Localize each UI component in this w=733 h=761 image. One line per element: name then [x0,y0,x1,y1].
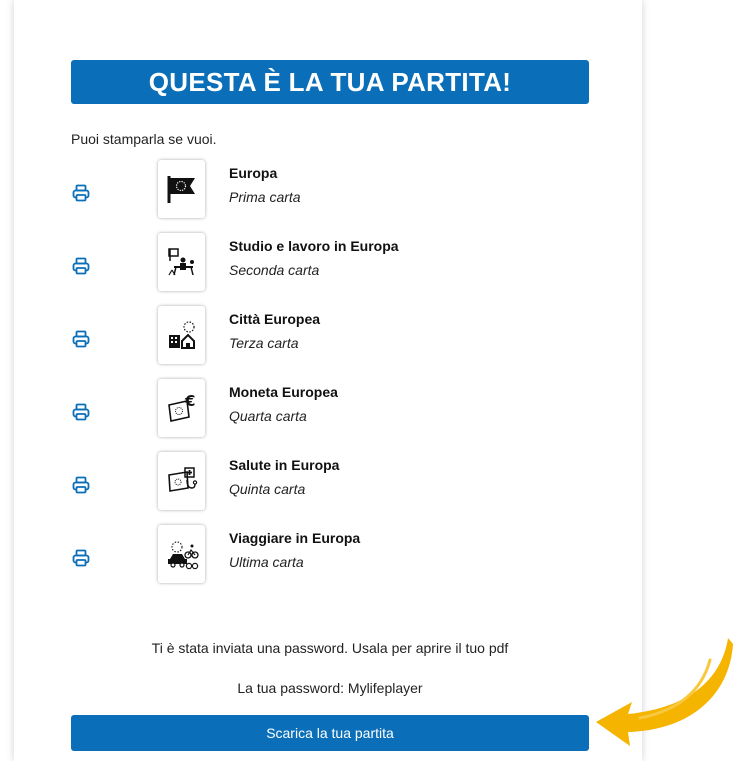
page-title: QUESTA È LA TUA PARTITA! [71,60,589,104]
card-title: Viaggiare in Europa [229,530,361,546]
card-subtitle: Quarta carta [229,408,307,424]
city-icon [168,321,195,349]
euro-flag-icon: € [167,392,195,422]
svg-text:€: € [184,392,195,410]
health-icon [167,467,197,492]
card-thumbnail[interactable] [158,233,205,291]
list-item: Città Europea Terza carta [0,306,600,366]
card-subtitle: Prima carta [229,189,301,205]
card-title: Città Europea [229,311,321,327]
card-title: Studio e lavoro in Europa [229,238,399,254]
card-thumbnail[interactable] [158,525,205,583]
intro-text: Puoi stamparla se vuoi. [71,131,217,147]
printer-icon[interactable] [72,330,90,348]
card-subtitle: Ultima carta [229,554,304,570]
card-subtitle: Terza carta [229,335,299,351]
list-item: Salute in Europa Quinta carta [0,452,600,512]
printer-icon[interactable] [72,549,90,567]
study-work-icon [167,248,194,276]
download-button[interactable]: Scarica la tua partita [71,715,589,751]
list-item: Viaggiare in Europa Ultima carta [0,525,600,585]
card-title: Europa [229,165,278,181]
printer-icon[interactable] [72,184,90,202]
card-subtitle: Seconda carta [229,262,320,278]
list-item: Studio e lavoro in Europa Seconda carta [0,233,600,293]
list-item: € Moneta Europea Quarta carta [0,379,600,439]
card-thumbnail[interactable] [158,452,205,510]
travel-icon [167,541,199,570]
card-thumbnail[interactable]: € [158,379,205,437]
eu-flag-icon [167,176,195,203]
printer-icon[interactable] [72,476,90,494]
card-thumbnail[interactable] [158,306,205,364]
card-title: Moneta Europea [229,384,338,400]
printer-icon[interactable] [72,403,90,421]
card-subtitle: Quinta carta [229,481,306,497]
password-notice: Ti è stata inviata una password. Usala p… [151,640,509,656]
password-line: La tua password: Mylifeplayer [237,680,423,696]
arrow-icon [596,638,733,746]
card-thumbnail[interactable] [158,160,205,218]
card-title: Salute in Europa [229,457,340,473]
list-item: Europa Prima carta [0,160,600,220]
printer-icon[interactable] [72,257,90,275]
